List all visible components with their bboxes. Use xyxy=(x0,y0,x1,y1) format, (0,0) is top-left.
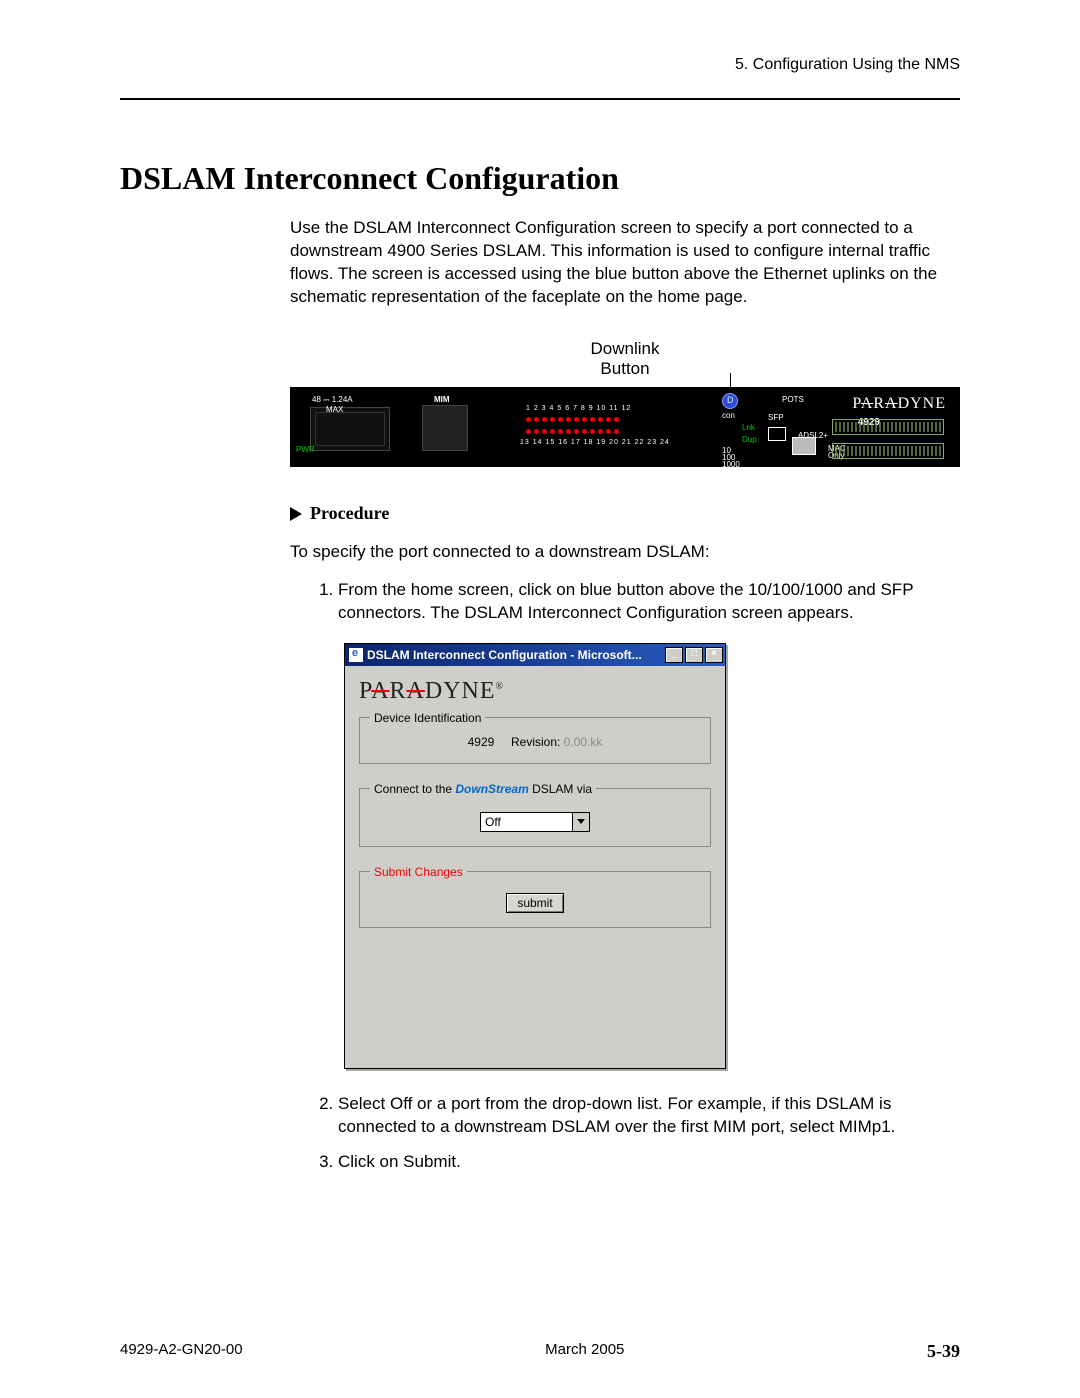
procedure-heading: Procedure xyxy=(290,503,960,524)
window-title: DSLAM Interconnect Configuration - Micro… xyxy=(367,648,642,662)
doc-date: March 2005 xyxy=(545,1341,624,1362)
submit-changes-group: Submit Changes submit xyxy=(359,865,711,928)
connect-legend-post: DSLAM via xyxy=(529,782,592,796)
lnk-label: Lnk xyxy=(742,423,755,432)
amps-label: 48 ⎓ 1.24A xyxy=(312,395,353,405)
pwr-label: PWR xyxy=(296,445,315,454)
chevron-down-icon xyxy=(572,813,589,831)
step-1: From the home screen, click on blue butt… xyxy=(338,579,960,625)
sfp-label: SFP xyxy=(768,413,784,422)
downlink-label-line2: Button xyxy=(600,359,649,378)
rate-label: 10 100 1000 xyxy=(722,447,740,468)
max-label: MAX xyxy=(326,405,343,414)
procedure-intro: To specify the port connected to a downs… xyxy=(290,542,960,562)
adsl-label: ADSL2+ xyxy=(798,431,828,440)
intro-paragraph: Use the DSLAM Interconnect Configuration… xyxy=(290,217,960,309)
pots-connector-icon xyxy=(832,419,944,435)
select-value: Off xyxy=(485,815,501,829)
sfp-port-icon xyxy=(768,427,786,441)
minimize-button[interactable]: _ xyxy=(665,647,683,663)
con-label: con xyxy=(722,411,735,420)
downlink-button[interactable] xyxy=(722,393,738,409)
port-numbers-top: 1 2 3 4 5 6 7 8 9 10 11 12 xyxy=(526,405,631,412)
revision-value: 0.00.kk xyxy=(564,735,603,749)
revision-label: Revision: xyxy=(511,735,560,749)
page-number: 5-39 xyxy=(927,1341,960,1362)
procedure-steps: From the home screen, click on blue butt… xyxy=(310,579,960,625)
adsl-connector-icon xyxy=(832,443,944,459)
led-row-bottom xyxy=(526,429,619,434)
mim-slot xyxy=(422,405,468,451)
submit-button[interactable]: submit xyxy=(506,893,563,913)
device-faceplate: 48 ⎓ 1.24A MAX PWR MIM 1 2 3 4 5 6 7 8 9… xyxy=(290,387,960,467)
power-block xyxy=(310,407,390,451)
led-row-top xyxy=(526,417,619,422)
downlink-pointer-line xyxy=(730,373,731,393)
step-3: Click on Submit. xyxy=(338,1151,960,1174)
dup-label: Dup xyxy=(742,435,757,444)
procedure-steps-cont: Select Off or a port from the drop-down … xyxy=(310,1093,960,1174)
header-rule xyxy=(120,98,960,100)
triangle-icon xyxy=(290,507,302,521)
downstream-port-select[interactable]: Off xyxy=(480,812,590,832)
dslam-config-window: DSLAM Interconnect Configuration - Micro… xyxy=(344,643,726,1069)
maximize-button[interactable]: □ xyxy=(685,647,703,663)
connect-legend-pre: Connect to the xyxy=(374,782,455,796)
port-numbers-bottom: 13 14 15 16 17 18 19 20 21 22 23 24 xyxy=(520,439,670,446)
faceplate-figure: 48 ⎓ 1.24A MAX PWR MIM 1 2 3 4 5 6 7 8 9… xyxy=(290,387,960,467)
pots-label: POTS xyxy=(782,395,804,404)
submit-legend: Submit Changes xyxy=(370,865,467,879)
chapter-header: 5. Configuration Using the NMS xyxy=(120,56,960,74)
paradyne-logo: PARADYNE® xyxy=(359,678,711,705)
mim-label: MIM xyxy=(434,395,450,404)
device-id-legend: Device Identification xyxy=(370,711,485,725)
brand-label: PARADYNE xyxy=(852,395,946,413)
close-button[interactable]: × xyxy=(705,647,723,663)
downlink-label-line1: Downlink xyxy=(591,339,660,358)
ie-icon xyxy=(349,648,363,662)
connect-legend-em: DownStream xyxy=(455,782,528,796)
window-titlebar: DSLAM Interconnect Configuration - Micro… xyxy=(345,644,725,666)
page-title: DSLAM Interconnect Configuration xyxy=(120,160,960,197)
device-identification-group: Device Identification 4929 Revision: 0.0… xyxy=(359,711,711,764)
downlink-button-label: Downlink Button xyxy=(290,339,960,379)
procedure-heading-text: Procedure xyxy=(310,503,389,523)
device-model: 4929 xyxy=(468,735,495,749)
doc-number: 4929-A2-GN20-00 xyxy=(120,1341,243,1362)
dialog-screenshot: DSLAM Interconnect Configuration - Micro… xyxy=(344,643,960,1069)
connect-downstream-group: Connect to the DownStream DSLAM via Off xyxy=(359,782,711,847)
connect-legend: Connect to the DownStream DSLAM via xyxy=(370,782,596,796)
step-2: Select Off or a port from the drop-down … xyxy=(338,1093,960,1139)
page-footer: 4929-A2-GN20-00 March 2005 5-39 xyxy=(120,1341,960,1362)
